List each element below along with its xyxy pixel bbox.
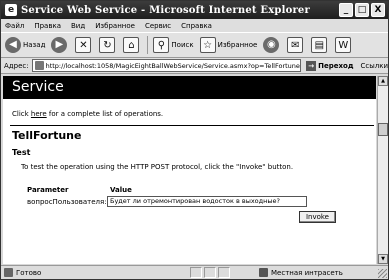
- back-button[interactable]: ◀ Назад: [5, 37, 45, 53]
- page-icon: [34, 61, 44, 70]
- page-done-icon: [4, 268, 13, 277]
- divider: [10, 125, 374, 126]
- operations-list-link[interactable]: here: [31, 110, 47, 118]
- zone-label: Местная интрасеть: [271, 268, 343, 277]
- status-bar: Готово Местная интрасеть: [1, 265, 388, 279]
- scroll-up-icon[interactable]: ▲: [378, 76, 388, 86]
- favorites-label: Избранное: [217, 41, 258, 49]
- vertical-scrollbar[interactable]: ▲ ▼: [377, 76, 388, 264]
- links-button[interactable]: Ссылки: [360, 62, 388, 70]
- forward-button[interactable]: ▶: [51, 37, 69, 53]
- page-content: Service Click here for a complete list o…: [3, 76, 376, 264]
- parameter-table-header: Parameter Value: [27, 184, 376, 195]
- test-instructions: To test the operation using the HTTP POS…: [21, 163, 294, 171]
- maximize-button[interactable]: □: [355, 3, 369, 17]
- service-banner: Service: [3, 76, 376, 99]
- title-bar: e Service Web Service - Microsoft Intern…: [1, 1, 388, 19]
- media-button[interactable]: ◉: [263, 37, 281, 53]
- go-button[interactable]: → Переход: [306, 60, 354, 71]
- ie-app-icon: e: [5, 4, 17, 16]
- intro-prefix: Click: [12, 110, 31, 118]
- menu-edit[interactable]: Правка: [34, 22, 61, 30]
- go-arrow-icon: →: [306, 60, 317, 71]
- home-button[interactable]: ⌂: [123, 37, 141, 53]
- menu-view[interactable]: Вид: [71, 22, 85, 30]
- refresh-icon: ↻: [99, 37, 116, 53]
- parameter-table: Parameter Value вопросПользователя: Буде…: [27, 184, 376, 223]
- parameter-row: вопросПользователя: Будет ли отремонтиро…: [27, 195, 376, 208]
- minimize-button[interactable]: _: [339, 3, 353, 17]
- edit-icon: W: [335, 37, 352, 53]
- menu-tools[interactable]: Сервис: [145, 22, 171, 30]
- intro-suffix: for a complete list of operations.: [46, 110, 164, 118]
- parameter-value-input[interactable]: Будет ли отремонтирован водосток в выход…: [107, 196, 307, 207]
- invoke-button[interactable]: Invoke: [298, 211, 336, 223]
- status-panes: [190, 267, 230, 278]
- intro-text: Click here for a complete list of operat…: [12, 110, 376, 118]
- print-icon: ▤: [311, 37, 328, 53]
- menu-file[interactable]: Файл: [5, 22, 24, 30]
- intranet-icon: [259, 268, 268, 277]
- media-icon: ◉: [263, 37, 280, 53]
- refresh-button[interactable]: ↻: [99, 37, 117, 53]
- search-label: Поиск: [171, 41, 194, 49]
- search-button[interactable]: ⚲ Поиск: [153, 37, 194, 53]
- browser-window: e Service Web Service - Microsoft Intern…: [0, 0, 389, 280]
- address-bar: Адрес: http://localhost:1058/MagicEightB…: [1, 58, 388, 74]
- window-title: Service Web Service - Microsoft Internet…: [21, 4, 310, 16]
- resize-grip[interactable]: [378, 269, 387, 278]
- operation-title: TellFortune: [12, 129, 82, 142]
- edit-button[interactable]: W: [335, 37, 353, 53]
- menu-bar: Файл Правка Вид Избранное Сервис Справка: [1, 19, 388, 32]
- search-icon: ⚲: [153, 37, 170, 53]
- status-pane: [204, 267, 216, 278]
- security-zone: Местная интрасеть: [256, 266, 343, 279]
- home-icon: ⌂: [123, 37, 140, 53]
- forward-arrow-icon: ▶: [51, 37, 68, 53]
- star-icon: ☆: [199, 37, 216, 53]
- test-heading: Test: [12, 148, 31, 157]
- status-text: Готово: [16, 268, 42, 277]
- standard-toolbar: ◀ Назад ▶ ✕ ↻ ⌂ ⚲ Поиск ☆ Избранное ◉ ✉: [1, 32, 388, 58]
- mail-icon: ✉: [287, 37, 304, 53]
- menu-favorites[interactable]: Избранное: [95, 22, 135, 30]
- address-input[interactable]: http://localhost:1058/MagicEightBallWebS…: [31, 59, 302, 72]
- close-button[interactable]: X: [371, 3, 385, 17]
- value-header: Value: [110, 185, 132, 194]
- parameter-name: вопросПользователя:: [27, 197, 107, 206]
- scroll-thumb[interactable]: [378, 123, 388, 136]
- invoke-row: Invoke: [27, 211, 336, 223]
- print-button[interactable]: ▤: [311, 37, 329, 53]
- back-label: Назад: [23, 41, 46, 49]
- mail-button[interactable]: ✉: [287, 37, 305, 53]
- status-pane: [218, 267, 230, 278]
- address-label: Адрес:: [4, 61, 29, 70]
- toolbar-separator: [147, 36, 149, 54]
- address-url[interactable]: http://localhost:1058/MagicEightBallWebS…: [46, 62, 300, 70]
- address-dropdown-icon[interactable]: ▼: [299, 60, 301, 71]
- go-label: Переход: [318, 61, 354, 70]
- stop-button[interactable]: ✕: [75, 37, 93, 53]
- parameter-header: Parameter: [27, 185, 69, 194]
- window-controls: _ □ X: [339, 3, 385, 17]
- stop-icon: ✕: [75, 37, 92, 53]
- scroll-down-icon[interactable]: ▼: [378, 254, 388, 264]
- menu-help[interactable]: Справка: [181, 22, 212, 30]
- back-arrow-icon: ◀: [5, 37, 21, 53]
- status-pane: [190, 267, 202, 278]
- favorites-button[interactable]: ☆ Избранное: [199, 37, 258, 53]
